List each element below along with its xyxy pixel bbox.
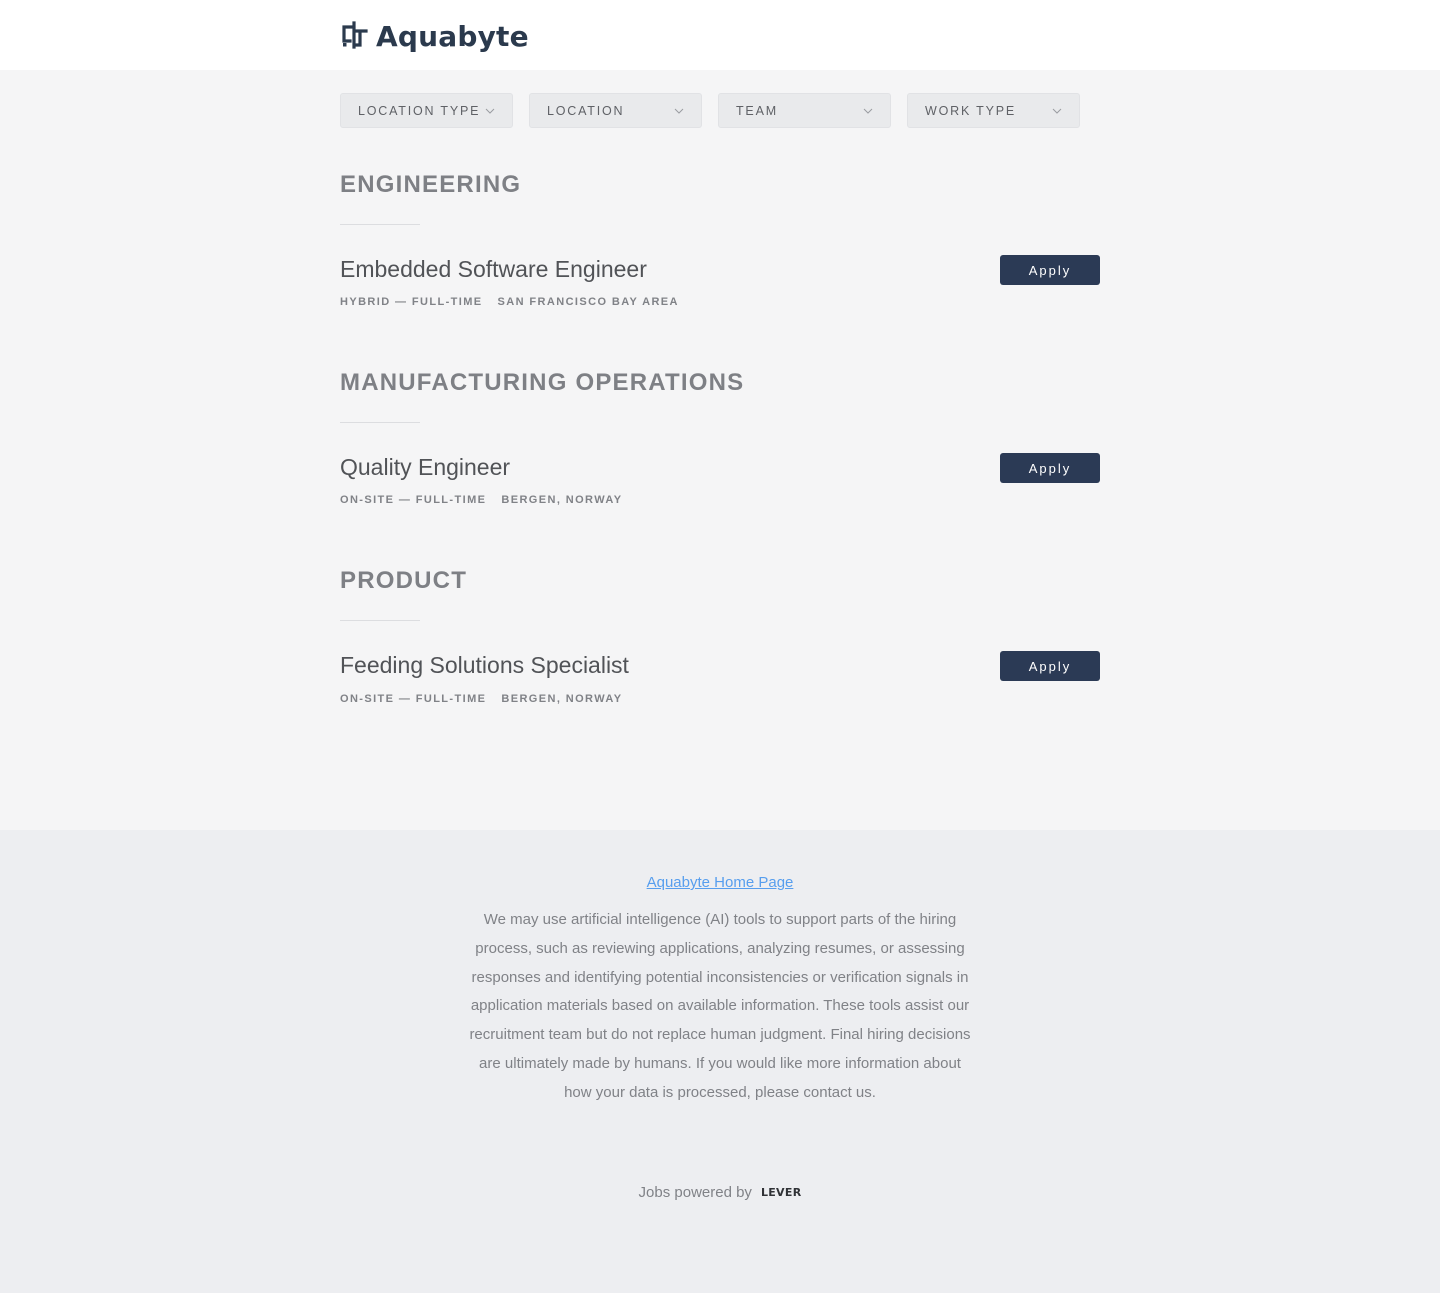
group-title-engineering: Engineering [340,171,522,198]
powered-by: Jobs powered by LEVER [0,1184,1440,1201]
chevron-down-icon [863,108,873,114]
powered-by-text: Jobs powered by [638,1184,752,1201]
posting-commitment: On-site — Full-time [340,494,487,506]
company-name: Aquabyte [376,19,529,53]
posting-title[interactable]: Embedded Software Engineer [340,256,647,283]
filter-label: Location [547,103,625,118]
site-footer: Aquabyte Home Page We may use artificial… [0,830,1440,1293]
site-header: Aquabyte [0,0,1440,70]
group-title-manufacturing-operations: Manufacturing Operations [340,369,745,396]
filter-bar: Location type Location Team Work type [340,93,1080,128]
apply-button[interactable]: Apply [1000,255,1100,285]
filter-team[interactable]: Team [718,93,891,128]
posting-commitment: On-site — Full-time [340,693,487,705]
postings-main: Location type Location Team Work type En… [0,70,1440,830]
group-divider [340,620,420,621]
ai-disclaimer: We may use artificial intelligence (AI) … [469,911,971,1101]
apply-button[interactable]: Apply [1000,453,1100,483]
group-divider [340,224,420,225]
group-title-product: Product [340,567,468,594]
apply-button[interactable]: Apply [1000,651,1100,681]
posting-title[interactable]: Feeding Solutions Specialist [340,652,629,679]
group-divider [340,422,420,423]
filter-label: Work type [925,103,1016,118]
posting-meta: On-site — Full-time Bergen, Norway [340,494,622,506]
filter-location[interactable]: Location [529,93,702,128]
filter-location-type[interactable]: Location type [340,93,513,128]
posting-meta: On-site — Full-time Bergen, Norway [340,693,622,705]
chevron-down-icon [485,108,495,114]
filter-work-type[interactable]: Work type [907,93,1080,128]
home-link-container: Aquabyte Home Page [0,874,1440,891]
posting-location: San Francisco Bay Area [497,296,679,308]
posting-location: Bergen, Norway [501,693,623,705]
lever-logo[interactable]: LEVER [761,1186,802,1199]
posting-title[interactable]: Quality Engineer [340,454,510,481]
posting-meta: Hybrid — Full-time San Francisco Bay Are… [340,296,679,308]
posting-location: Bergen, Norway [501,494,623,506]
company-logo[interactable]: Aquabyte [340,18,529,54]
chevron-down-icon [674,108,684,114]
filter-label: Team [736,103,778,118]
posting-commitment: Hybrid — Full-time [340,296,483,308]
aquabyte-logo-icon [342,21,368,49]
filter-label: Location type [358,103,481,118]
chevron-down-icon [1052,108,1062,114]
company-home-link[interactable]: Aquabyte Home Page [647,874,794,891]
